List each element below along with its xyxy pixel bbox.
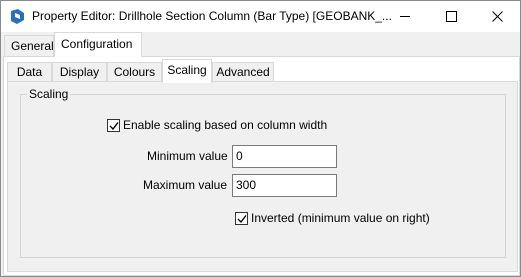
- title-bar[interactable]: Property Editor: Drillhole Section Colum…: [1, 1, 520, 32]
- minimize-button[interactable]: [382, 1, 428, 32]
- maximum-value-input[interactable]: 300: [232, 174, 337, 197]
- property-editor-window: Property Editor: Drillhole Section Colum…: [0, 0, 521, 277]
- maximum-value-label: Maximum value: [143, 178, 228, 192]
- inverted-checkbox[interactable]: [235, 212, 248, 225]
- tab-data[interactable]: Data: [7, 62, 52, 82]
- minimize-icon: [400, 16, 410, 17]
- close-button[interactable]: [474, 1, 520, 32]
- maximize-icon: [446, 11, 457, 22]
- close-icon: [492, 11, 503, 22]
- scaling-panel: Scaling Enable scaling based on column w…: [7, 81, 518, 272]
- tab-configuration[interactable]: Configuration: [54, 32, 142, 57]
- tab-general[interactable]: General: [4, 35, 54, 56]
- checkmark-icon: [109, 122, 119, 131]
- sub-tab-strip: Data Display Colours Scaling Advanced: [4, 58, 519, 83]
- group-title: Scaling: [27, 87, 71, 101]
- enable-scaling-checkbox[interactable]: [107, 119, 120, 132]
- tab-advanced[interactable]: Advanced: [212, 62, 274, 82]
- inverted-label[interactable]: Inverted (minimum value on right): [251, 211, 430, 225]
- configuration-panel: Data Display Colours Scaling Advanced Sc…: [3, 56, 520, 276]
- maximize-button[interactable]: [428, 1, 474, 32]
- tab-scaling[interactable]: Scaling: [162, 59, 212, 83]
- scaling-groupbox: Scaling Enable scaling based on column w…: [20, 87, 506, 258]
- tab-colours[interactable]: Colours: [107, 62, 162, 82]
- top-tab-strip: General Configuration: [1, 32, 520, 57]
- minimum-value-input[interactable]: 0: [232, 145, 337, 168]
- enable-scaling-label[interactable]: Enable scaling based on column width: [123, 118, 327, 132]
- app-icon: [9, 8, 26, 25]
- tab-display[interactable]: Display: [52, 62, 107, 82]
- minimum-value-label: Minimum value: [147, 149, 228, 163]
- checkmark-icon: [237, 215, 247, 224]
- window-title: Property Editor: Drillhole Section Colum…: [32, 9, 392, 23]
